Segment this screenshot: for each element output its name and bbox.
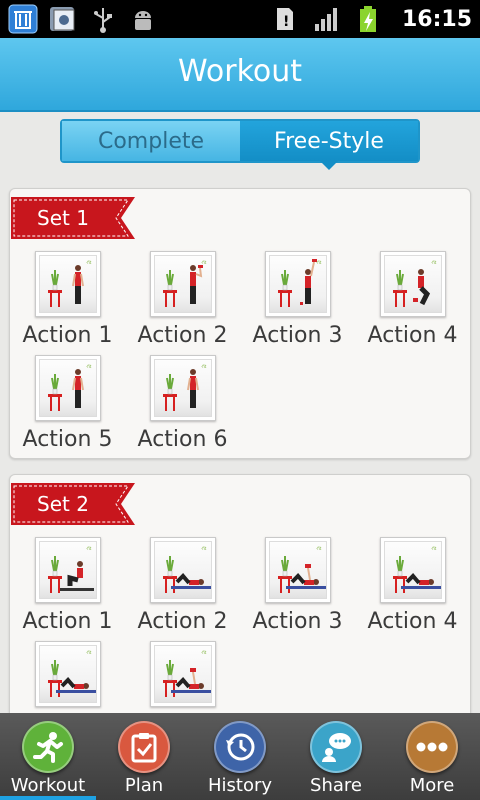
svg-text:·fit: ·fit — [431, 546, 437, 551]
action-label: Action 2 — [137, 609, 228, 634]
svg-text:·fit: ·fit — [86, 260, 92, 265]
nav-item-workout[interactable]: Workout — [0, 713, 96, 800]
exercise-illustration: ·fit — [39, 645, 97, 703]
exercise-thumbnail: ·fit — [380, 537, 446, 603]
nav-label: Plan — [124, 775, 164, 796]
exercise-illustration: ·fit — [154, 541, 212, 599]
svg-text:·fit: ·fit — [316, 546, 322, 551]
clipboard-check-icon — [118, 721, 170, 773]
svg-text:·fit: ·fit — [201, 650, 207, 655]
exercise-illustration: ·fit — [154, 359, 212, 417]
svg-text:·fit: ·fit — [201, 364, 207, 369]
app-header: Workout — [0, 38, 480, 112]
action-tile[interactable]: ·fit Action 2 — [125, 251, 240, 355]
action-label: Action 4 — [367, 609, 458, 634]
action-tile[interactable]: ·fit Action 1 — [10, 251, 125, 355]
exercise-thumbnail: ·fit — [150, 537, 216, 603]
nav-label: Workout — [10, 775, 86, 796]
action-tile[interactable]: ·fit Action 5 — [10, 355, 125, 459]
exercise-illustration: ·fit — [154, 255, 212, 313]
exercise-thumbnail: ·fit — [150, 355, 216, 421]
exercise-illustration: ·fit — [384, 255, 442, 313]
exercise-thumbnail: ·fit — [265, 537, 331, 603]
svg-text:·fit: ·fit — [86, 546, 92, 551]
tab-free-style[interactable]: Free-Style — [240, 121, 418, 170]
action-label: Action 3 — [252, 609, 343, 634]
nav-item-share[interactable]: Share — [288, 713, 384, 800]
exercise-thumbnail: ·fit — [35, 537, 101, 603]
action-label: Action 3 — [252, 323, 343, 348]
action-tile[interactable]: ·fit Action 3 — [240, 537, 355, 641]
status-bar: ! 16:15 — [0, 0, 480, 38]
signal-icon — [312, 4, 342, 34]
action-tile[interactable]: ·fit Action 6 — [125, 355, 240, 459]
set-ribbon: Set 2 — [11, 483, 135, 525]
tab-complete[interactable]: Complete — [62, 121, 240, 161]
clock-history-icon — [214, 721, 266, 773]
svg-text:·fit: ·fit — [201, 546, 207, 551]
android-debug-icon — [128, 4, 158, 34]
exercise-illustration: ·fit — [269, 541, 327, 599]
action-label: Action 2 — [137, 323, 228, 348]
svg-text:·fit: ·fit — [201, 260, 207, 265]
mode-segmented-control: Complete Free-Style — [60, 119, 420, 170]
running-man-icon — [22, 721, 74, 773]
action-tile[interactable]: ·fit Action 2 — [125, 537, 240, 641]
action-tile[interactable]: ·fit Action 3 — [240, 251, 355, 355]
exercise-thumbnail: ·fit — [150, 251, 216, 317]
chat-share-icon — [310, 721, 362, 773]
svg-text:·fit: ·fit — [86, 650, 92, 655]
tab-free-style-label: Free-Style — [274, 128, 384, 154]
exercise-thumbnail: ·fit — [150, 641, 216, 707]
exercise-thumbnail: ·fit — [380, 251, 446, 317]
exercise-thumbnail: ·fit — [35, 251, 101, 317]
action-tile[interactable]: ·fitAction 5 — [10, 641, 125, 723]
exercise-illustration: ·fit — [39, 255, 97, 313]
set-card-2: Set 2 ·fit Action 1 ·fit Action 2 ·fit Action… — [9, 474, 471, 724]
trash-app-icon — [8, 4, 38, 34]
action-tile[interactable]: ·fit Action 1 — [10, 537, 125, 641]
clock-time: 16:15 — [401, 6, 472, 32]
action-tile[interactable]: ·fit Action 4 — [355, 537, 470, 641]
svg-text:!: ! — [283, 14, 289, 30]
nav-item-history[interactable]: History — [192, 713, 288, 800]
action-label: Action 5 — [22, 427, 113, 452]
usb-icon — [88, 4, 118, 34]
set-ribbon: Set 1 — [11, 197, 135, 239]
svg-text:·fit: ·fit — [431, 260, 437, 265]
nav-label: History — [207, 775, 273, 796]
exercise-illustration: ·fit — [39, 359, 97, 417]
set-label: Set 2 — [37, 492, 89, 516]
more-dots-icon — [406, 721, 458, 773]
svg-text:·fit: ·fit — [316, 260, 322, 265]
sd-card-icon: ! — [270, 4, 300, 34]
page-title: Workout — [177, 54, 303, 89]
exercise-thumbnail: ·fit — [265, 251, 331, 317]
svg-text:·fit: ·fit — [86, 364, 92, 369]
battery-charging-icon — [354, 4, 384, 34]
exercise-illustration: ·fit — [384, 541, 442, 599]
active-tab-indicator — [0, 796, 96, 800]
nav-item-more[interactable]: More — [384, 713, 480, 800]
action-label: Action 1 — [22, 609, 113, 634]
action-tile[interactable]: ·fit Action 4 — [355, 251, 470, 355]
set-card-1: Set 1 ·fit Action 1 ·fit Action 2 ·fit Action… — [9, 188, 471, 459]
bottom-navigation: Workout Plan History Share More — [0, 713, 480, 800]
action-tile[interactable]: ·fitAction 6 — [125, 641, 240, 723]
nav-label: Share — [310, 775, 362, 796]
nav-label: More — [409, 775, 455, 796]
exercise-thumbnail: ·fit — [35, 355, 101, 421]
exercise-illustration: ·fit — [269, 255, 327, 313]
photos-app-icon — [48, 4, 78, 34]
action-label: Action 1 — [22, 323, 113, 348]
action-label: Action 6 — [137, 427, 228, 452]
exercise-illustration: ·fit — [154, 645, 212, 703]
action-label: Action 4 — [367, 323, 458, 348]
set-label: Set 1 — [37, 206, 89, 230]
exercise-thumbnail: ·fit — [35, 641, 101, 707]
selected-caret-icon — [320, 161, 338, 170]
tab-complete-label: Complete — [97, 128, 205, 154]
exercise-illustration: ·fit — [39, 541, 97, 599]
nav-item-plan[interactable]: Plan — [96, 713, 192, 800]
